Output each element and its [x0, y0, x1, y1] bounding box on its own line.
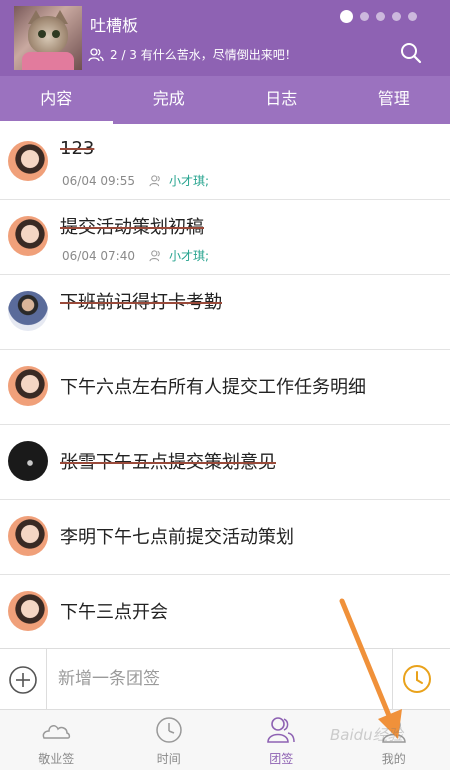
people-icon: [88, 47, 104, 61]
list-item[interactable]: 下午三点开会: [0, 575, 450, 650]
list-item[interactable]: 下午六点左右所有人提交工作任务明细: [0, 350, 450, 425]
page-dot[interactable]: [340, 10, 353, 23]
add-icon[interactable]: [8, 665, 38, 695]
people-icon: [149, 249, 160, 261]
search-icon[interactable]: [400, 42, 422, 64]
tab-content[interactable]: 内容: [0, 76, 113, 124]
add-note-bar: [0, 648, 450, 710]
list-item[interactable]: 提交活动策划初稿 06/04 07:40 小才琪;: [0, 200, 450, 275]
note-text: 李明下午七点前提交活动策划: [60, 527, 294, 548]
list-item[interactable]: 李明下午七点前提交活动策划: [0, 500, 450, 575]
tab-bar: 内容 完成 日志 管理: [0, 76, 450, 124]
nav-mine[interactable]: 我的: [338, 710, 450, 770]
avatar: [8, 441, 48, 481]
nav-time[interactable]: 时间: [113, 710, 226, 770]
nav-label: 敬业签: [38, 752, 75, 766]
nav-label: 团签: [269, 752, 294, 766]
nav-team[interactable]: 团签: [225, 710, 338, 770]
divider: [392, 649, 393, 709]
list-item[interactable]: 123 06/04 09:55 小才琪;: [0, 125, 450, 200]
people-icon: [149, 174, 160, 186]
user-icon: [381, 718, 406, 743]
avatar: [8, 366, 48, 406]
tab-manage[interactable]: 管理: [338, 76, 450, 124]
tab-done[interactable]: 完成: [113, 76, 226, 124]
clock-icon[interactable]: [402, 664, 432, 694]
cloud-icon: [42, 725, 71, 739]
tab-log[interactable]: 日志: [225, 76, 338, 124]
note-text: 下午六点左右所有人提交工作任务明细: [60, 377, 366, 398]
note-text: 下午三点开会: [60, 602, 168, 623]
avatar: [8, 216, 48, 256]
page-dot[interactable]: [376, 12, 385, 21]
nav-label: 我的: [381, 752, 406, 766]
app-header: 吐槽板 2 / 3 有什么苦水，尽情倒出来吧！: [0, 0, 450, 76]
list-item[interactable]: 张雪下午五点提交策划意见: [0, 425, 450, 500]
note-meta: 06/04 07:40 小才琪;: [62, 247, 209, 264]
avatar: [8, 591, 48, 631]
list-item[interactable]: 下班前记得打卡考勤: [0, 275, 450, 350]
new-note-input[interactable]: [58, 665, 378, 693]
board-subtitle-text: 2 / 3 有什么苦水，尽情倒出来吧！: [110, 48, 297, 62]
board-subtitle: 2 / 3 有什么苦水，尽情倒出来吧！: [88, 46, 297, 63]
note-user: 小才琪;: [168, 174, 210, 188]
avatar: [8, 291, 48, 331]
avatar: [8, 141, 48, 181]
nav-label: 时间: [156, 752, 181, 766]
page-indicator[interactable]: [340, 10, 417, 23]
note-time: 06/04 09:55: [62, 173, 135, 188]
note-text: 下班前记得打卡考勤: [60, 292, 222, 313]
page-dot[interactable]: [408, 12, 417, 21]
note-user: 小才琪;: [168, 249, 210, 263]
note-text: 张雪下午五点提交策划意见: [60, 452, 276, 473]
page-dot[interactable]: [360, 12, 369, 21]
nav-jingyeqian[interactable]: 敬业签: [0, 710, 113, 770]
note-text: 提交活动策划初稿: [60, 217, 204, 238]
divider: [46, 649, 47, 709]
team-icon: [267, 717, 295, 743]
note-list: 123 06/04 09:55 小才琪; 提交活动策划初稿 06/04 07:4…: [0, 125, 450, 650]
clock-icon: [156, 717, 182, 743]
board-avatar[interactable]: [14, 6, 82, 70]
board-title: 吐槽板: [90, 16, 139, 35]
note-text: 123: [60, 138, 95, 159]
bottom-nav: 敬业签 时间 团签 我的: [0, 710, 450, 770]
page-dot[interactable]: [392, 12, 401, 21]
avatar: [8, 516, 48, 556]
note-meta: 06/04 09:55 小才琪;: [62, 172, 209, 189]
note-time: 06/04 07:40: [62, 248, 135, 263]
